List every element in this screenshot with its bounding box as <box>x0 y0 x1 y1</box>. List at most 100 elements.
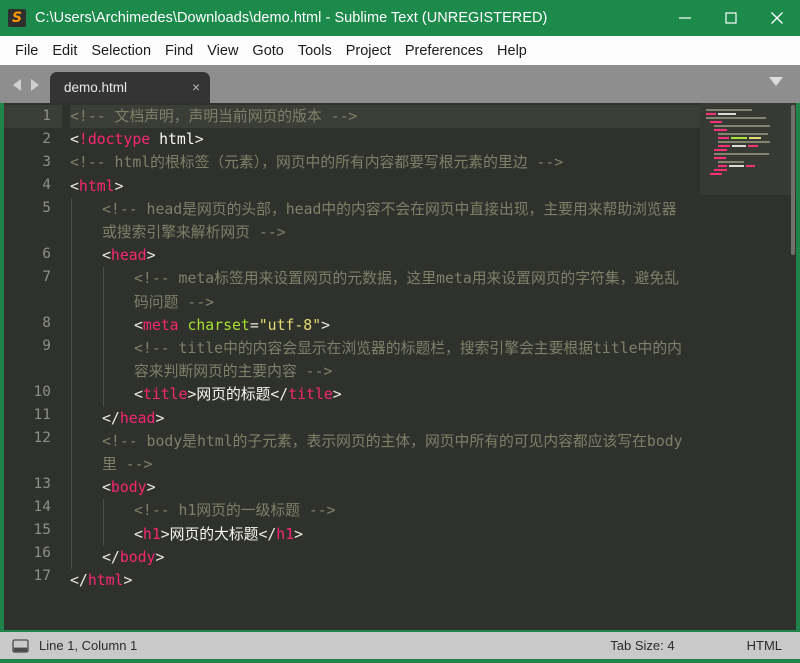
indent-guide <box>103 337 104 383</box>
indent-guide <box>103 267 104 313</box>
token-punct: </ <box>102 549 120 566</box>
indent-guide <box>71 198 72 244</box>
token-punct: > <box>155 410 164 427</box>
minimize-icon <box>678 11 692 25</box>
syntax-indicator[interactable]: HTML <box>747 638 782 653</box>
maximize-button[interactable] <box>708 0 754 36</box>
code-line-9[interactable]: <!-- title中的内容会显示在浏览器的标题栏，搜索引擎会主要根据title… <box>70 337 700 383</box>
token-text: html <box>150 131 195 148</box>
status-right-group: Tab Size: 4 HTML <box>610 638 782 653</box>
token-punct: </ <box>70 572 88 589</box>
code-line-16[interactable]: </body> <box>70 546 700 569</box>
menu-item-goto[interactable]: Goto <box>245 41 290 61</box>
gutter-line-12: 12 <box>4 427 62 473</box>
gutter-line-3: 3 <box>4 151 62 174</box>
status-bar: Line 1, Column 1 Tab Size: 4 HTML <box>0 630 800 659</box>
close-icon <box>769 10 785 26</box>
minimap-viewport[interactable] <box>700 103 796 195</box>
menu-item-file[interactable]: File <box>8 41 45 61</box>
panel-icon[interactable] <box>12 639 29 653</box>
tab-demo-html[interactable]: demo.html × <box>50 72 210 103</box>
gutter-line-15: 15 <box>4 519 62 542</box>
code-line-5[interactable]: <!-- head是网页的头部，head中的内容不会在网页中直接出现，主要用来帮… <box>70 198 700 244</box>
token-punct: > <box>195 131 204 148</box>
indent-guide <box>71 267 72 313</box>
chevron-right-icon[interactable] <box>27 77 42 93</box>
token-punct: = <box>250 317 259 334</box>
sublime-text-icon: S <box>8 9 26 27</box>
token-comment: <!-- body是html的子元素，表示网页的主体，网页中所有的可见内容都应该… <box>102 433 683 473</box>
title-bar: S C:\Users\Archimedes\Downloads\demo.htm… <box>0 0 800 36</box>
gutter-line-8: 8 <box>4 312 62 335</box>
chevron-left-icon[interactable] <box>10 77 25 93</box>
menu-item-tools[interactable]: Tools <box>291 41 339 61</box>
token-punct: < <box>70 178 79 195</box>
menu-item-selection[interactable]: Selection <box>84 41 158 61</box>
code-line-2[interactable]: <!doctype html> <box>70 128 700 151</box>
token-string: "utf-8" <box>259 317 321 334</box>
code-line-7[interactable]: <!-- meta标签用来设置网页的元数据，这里meta用来设置网页的字符集，避… <box>70 267 700 313</box>
token-tag: html <box>79 178 115 195</box>
cursor-position: Line 1, Column 1 <box>39 638 137 653</box>
menu-item-preferences[interactable]: Preferences <box>398 41 490 61</box>
code-line-3[interactable]: <!-- html的根标签（元素），网页中的所有内容都要写根元素的里边 --> <box>70 151 700 174</box>
token-punct: </ <box>270 386 288 403</box>
token-punct: > <box>161 526 170 543</box>
menu-item-view[interactable]: View <box>200 41 245 61</box>
window-bottom-border <box>0 659 800 663</box>
menu-item-project[interactable]: Project <box>339 41 398 61</box>
tab-size-indicator[interactable]: Tab Size: 4 <box>610 638 674 653</box>
code-line-17[interactable]: </html> <box>70 569 700 592</box>
menu-item-help[interactable]: Help <box>490 41 534 61</box>
gutter-line-11: 11 <box>4 404 62 427</box>
sublime-text-window: S C:\Users\Archimedes\Downloads\demo.htm… <box>0 0 800 663</box>
indent-guide <box>71 546 72 569</box>
gutter-line-16: 16 <box>4 542 62 565</box>
gutter-line-4: 4 <box>4 174 62 197</box>
code-line-11[interactable]: </head> <box>70 407 700 430</box>
gutter-line-6: 6 <box>4 243 62 266</box>
token-tag: !doctype <box>79 131 150 148</box>
gutter-line-17: 17 <box>4 565 62 588</box>
token-punct: < <box>134 526 143 543</box>
tab-list-dropdown-button[interactable] <box>766 74 800 103</box>
code-line-4[interactable]: <html> <box>70 175 700 198</box>
menu-item-edit[interactable]: Edit <box>45 41 84 61</box>
token-tag: h1 <box>143 526 161 543</box>
code-line-6[interactable]: <head> <box>70 244 700 267</box>
token-punct: > <box>147 479 156 496</box>
tab-close-icon[interactable]: × <box>164 81 200 95</box>
minimap[interactable] <box>700 103 796 630</box>
token-punct: < <box>70 131 79 148</box>
indent-guide <box>71 430 72 476</box>
indent-guide <box>71 499 72 522</box>
token-text: 网页的标题 <box>196 386 270 403</box>
token-text: 网页的大标题 <box>170 526 259 543</box>
token-tag: html <box>88 572 124 589</box>
code-line-14[interactable]: <!-- h1网页的一级标题 --> <box>70 499 700 522</box>
menu-item-find[interactable]: Find <box>158 41 200 61</box>
code-line-15[interactable]: <h1>网页的大标题</h1> <box>70 523 700 546</box>
token-punct: > <box>321 317 330 334</box>
code-line-10[interactable]: <title>网页的标题</title> <box>70 383 700 406</box>
token-comment: <!-- meta标签用来设置网页的元数据，这里meta用来设置网页的字符集，避… <box>134 270 679 310</box>
close-button[interactable] <box>754 0 800 36</box>
editor-scrollbar[interactable] <box>791 105 795 255</box>
indent-guide <box>71 337 72 383</box>
token-punct: < <box>134 317 143 334</box>
indent-guide <box>71 244 72 267</box>
code-line-1[interactable]: <!-- 文档声明，声明当前网页的版本 --> <box>70 105 700 128</box>
code-line-12[interactable]: <!-- body是html的子元素，表示网页的主体，网页中所有的可见内容都应该… <box>70 430 700 476</box>
token-comment: <!-- html的根标签（元素），网页中的所有内容都要写根元素的里边 --> <box>70 154 563 171</box>
token-tag: h1 <box>276 526 294 543</box>
tab-nav-arrows <box>0 77 50 103</box>
token-comment: <!-- 文档声明，声明当前网页的版本 --> <box>70 108 357 125</box>
maximize-icon <box>724 11 738 25</box>
code-line-13[interactable]: <body> <box>70 476 700 499</box>
code-line-8[interactable]: <meta charset="utf-8"> <box>70 314 700 337</box>
indent-guide <box>103 383 104 406</box>
gutter-line-13: 13 <box>4 473 62 496</box>
token-punct: </ <box>102 410 120 427</box>
code-view[interactable]: <!-- 文档声明，声明当前网页的版本 --><!doctype html><!… <box>62 103 700 630</box>
minimize-button[interactable] <box>662 0 708 36</box>
